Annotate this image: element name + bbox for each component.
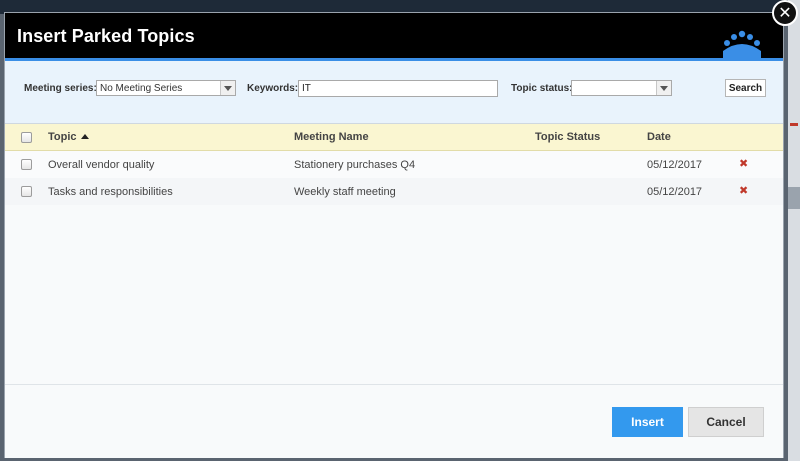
row-date: 05/12/2017 [647, 186, 703, 198]
row-meeting-name: Stationery purchases Q4 [294, 159, 416, 171]
sort-ascending-icon [80, 134, 89, 139]
column-header-date[interactable]: Date [647, 131, 671, 143]
close-icon[interactable]: ✕ [772, 0, 798, 26]
row-checkbox[interactable] [21, 159, 32, 170]
dialog-footer: Insert Cancel [5, 384, 783, 458]
row-topic: Overall vendor quality [48, 159, 155, 171]
topic-status-label: Topic status: [511, 83, 573, 94]
dialog-title: Insert Parked Topics [17, 26, 195, 46]
topic-status-select[interactable] [571, 80, 672, 96]
meeting-series-value: No Meeting Series [100, 83, 183, 94]
meeting-series-select[interactable]: No Meeting Series [96, 80, 236, 96]
background-bar [788, 187, 800, 209]
table-row[interactable]: Overall vendor quality Stationery purcha… [5, 151, 783, 179]
insert-button[interactable]: Insert [612, 407, 683, 437]
delete-icon[interactable]: ✖ [739, 157, 748, 170]
background-marker [790, 123, 798, 126]
row-topic: Tasks and responsibilities [48, 186, 173, 198]
table-row[interactable]: Tasks and responsibilities Weekly staff … [5, 178, 783, 206]
dropdown-arrow-icon[interactable] [220, 81, 235, 95]
cancel-button[interactable]: Cancel [688, 407, 764, 437]
column-header-topic-label: Topic [48, 131, 77, 143]
background-page-sidebar [788, 0, 800, 461]
dropdown-arrow-icon[interactable] [656, 81, 671, 95]
row-checkbox[interactable] [21, 186, 32, 197]
column-header-meeting-name[interactable]: Meeting Name [294, 131, 369, 143]
dialog-titlebar: Insert Parked Topics [5, 13, 783, 61]
row-date: 05/12/2017 [647, 159, 703, 171]
column-header-topic[interactable]: Topic [48, 131, 89, 143]
table-header: Topic Meeting Name Topic Status Date [5, 124, 783, 151]
insert-parked-topics-dialog: Insert Parked Topics Meeting series: No … [4, 12, 784, 458]
row-meeting-name: Weekly staff meeting [294, 186, 396, 198]
select-all-checkbox[interactable] [21, 132, 32, 143]
search-button[interactable]: Search [725, 79, 766, 97]
column-header-topic-status[interactable]: Topic Status [535, 131, 600, 143]
delete-icon[interactable]: ✖ [739, 184, 748, 197]
logo-people-icon [723, 30, 761, 59]
table-empty-area [5, 205, 783, 384]
meeting-series-label: Meeting series: [24, 83, 97, 94]
keywords-input[interactable] [298, 80, 498, 97]
keywords-label: Keywords: [247, 83, 299, 94]
filter-bar: Meeting series: No Meeting Series Keywor… [5, 61, 783, 124]
